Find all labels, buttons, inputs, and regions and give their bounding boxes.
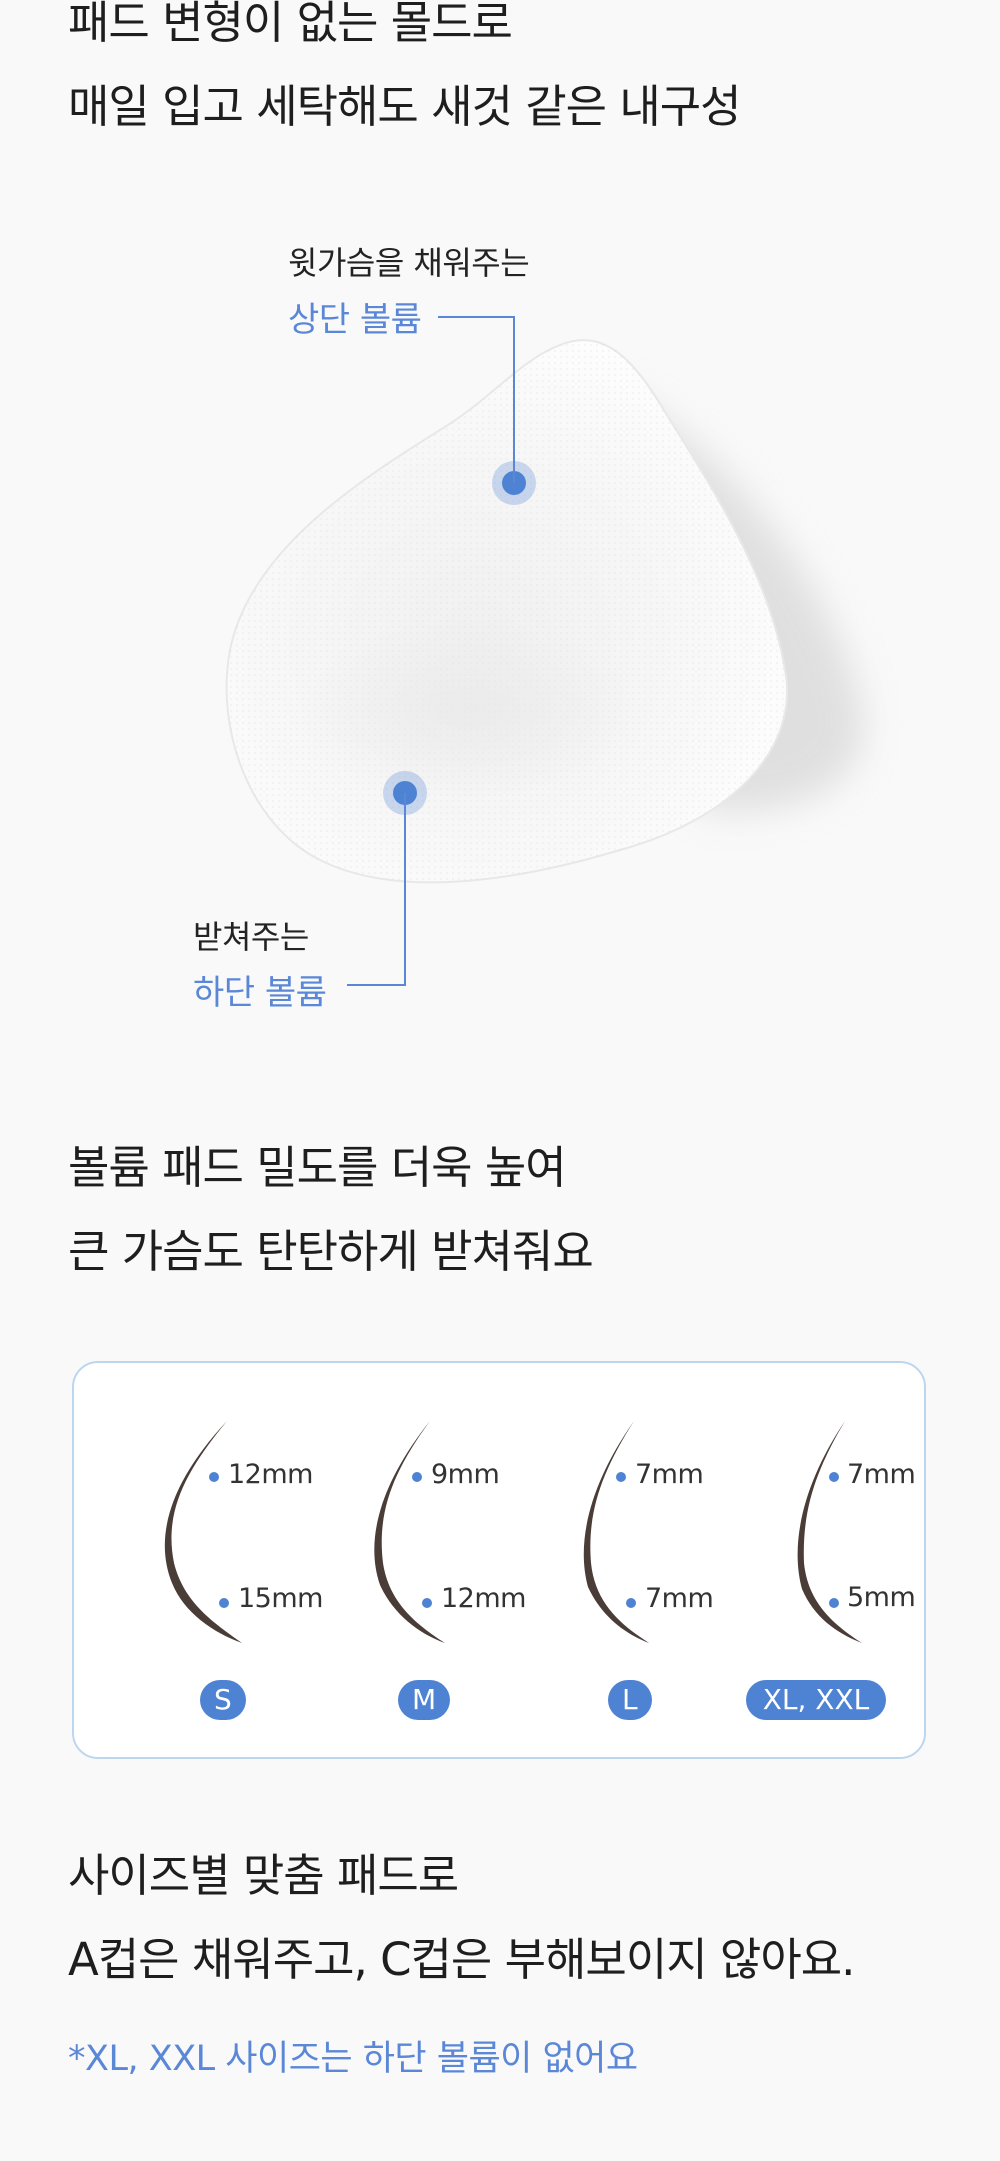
density-heading-line1: 볼륨 패드 밀도를 더욱 높여 bbox=[68, 1141, 567, 1194]
top-thickness: 7mm bbox=[635, 1459, 704, 1490]
bottom-thickness: 5mm bbox=[847, 1582, 916, 1613]
lower-volume-label: 하단 볼륨 bbox=[193, 973, 327, 1013]
size-column-xl: 7mm 5mm XL, XXL bbox=[732, 1363, 932, 1761]
pad-illustration bbox=[225, 316, 864, 986]
size-column-l: 7mm 7mm L bbox=[521, 1363, 721, 1761]
size-comparison-panel: 12mm 15mm S 9mm 12mm M 7mm 7mm L 7mm 5mm bbox=[72, 1361, 926, 1759]
pad-profile-icon bbox=[164, 1421, 242, 1643]
lower-volume-sublabel: 받쳐주는 bbox=[193, 918, 309, 956]
size-badge-xl-xxl: XL, XXL bbox=[746, 1680, 886, 1720]
top-thickness: 12mm bbox=[228, 1459, 313, 1490]
size-footnote: *XL, XXL 사이즈는 하단 볼륨이 없어요 bbox=[68, 2039, 638, 2079]
density-heading: 볼륨 패드 밀도를 더욱 높여 큰 가슴도 탄탄하게 받쳐줘요 bbox=[68, 1126, 594, 1294]
bottom-thickness: 15mm bbox=[238, 1583, 323, 1614]
fit-heading-line1: 사이즈별 맞춤 패드로 bbox=[68, 1849, 459, 1902]
size-badge-l: L bbox=[608, 1680, 652, 1720]
upper-volume-sublabel: 윗가슴을 채워주는 bbox=[288, 244, 530, 282]
bottom-thickness: 7mm bbox=[645, 1583, 714, 1614]
fit-heading-line2: A컵은 채워주고, C컵은 부해보이지 않아요. bbox=[68, 1933, 855, 1986]
bottom-thickness: 12mm bbox=[441, 1583, 526, 1614]
durability-heading-line2: 매일 입고 세탁해도 새것 같은 내구성 bbox=[68, 80, 742, 133]
durability-heading-line1: 패드 변형이 없는 몰드로 bbox=[68, 0, 513, 49]
size-badge-m: M bbox=[398, 1680, 451, 1720]
pad-profile-icon bbox=[797, 1421, 862, 1643]
size-column-m: 9mm 12mm M bbox=[317, 1363, 526, 1761]
size-column-s: 12mm 15mm S bbox=[114, 1363, 323, 1761]
pad-profile-icon bbox=[374, 1421, 445, 1643]
pad-profile-icon bbox=[583, 1421, 649, 1643]
top-thickness: 9mm bbox=[431, 1459, 500, 1490]
density-heading-line2: 큰 가슴도 탄탄하게 받쳐줘요 bbox=[68, 1225, 594, 1278]
top-thickness: 7mm bbox=[847, 1459, 916, 1490]
size-badge-s: S bbox=[200, 1680, 246, 1720]
upper-volume-label: 상단 볼륨 bbox=[288, 300, 422, 340]
fit-heading: 사이즈별 맞춤 패드로 A컵은 채워주고, C컵은 부해보이지 않아요. bbox=[68, 1834, 855, 2002]
durability-heading: 패드 변형이 없는 몰드로 매일 입고 세탁해도 새것 같은 내구성 bbox=[68, 0, 742, 149]
